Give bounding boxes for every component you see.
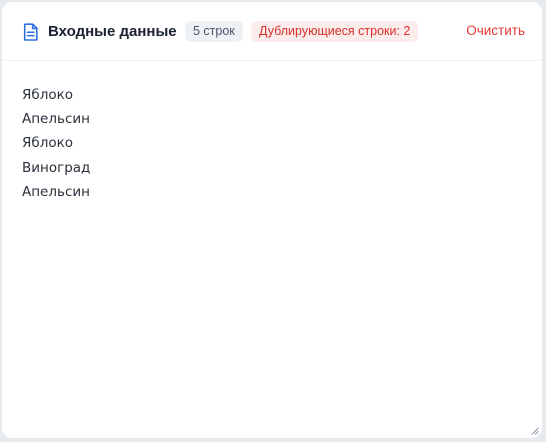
clear-button[interactable]: Очистить [466,22,525,40]
input-line: Яблоко [22,87,74,103]
duplicates-badge: Дублирующиеся строки: 2 [251,21,419,42]
resize-handle-icon[interactable] [531,427,539,435]
line-count-badge: 5 строк [185,21,243,42]
input-line: Виноград [22,159,91,176]
input-textarea[interactable]: Яблоко Апельсин Яблоко Виноград Апельсин [2,61,542,438]
panel-title: Входные данные [48,23,177,40]
input-line: Апельсин [22,183,90,200]
input-line: Яблоко [22,135,74,152]
input-panel: Входные данные 5 строк Дублирующиеся стр… [1,1,543,439]
input-line: Апельсин [22,111,90,128]
document-icon [23,23,38,41]
panel-header: Входные данные 5 строк Дублирующиеся стр… [2,2,542,61]
